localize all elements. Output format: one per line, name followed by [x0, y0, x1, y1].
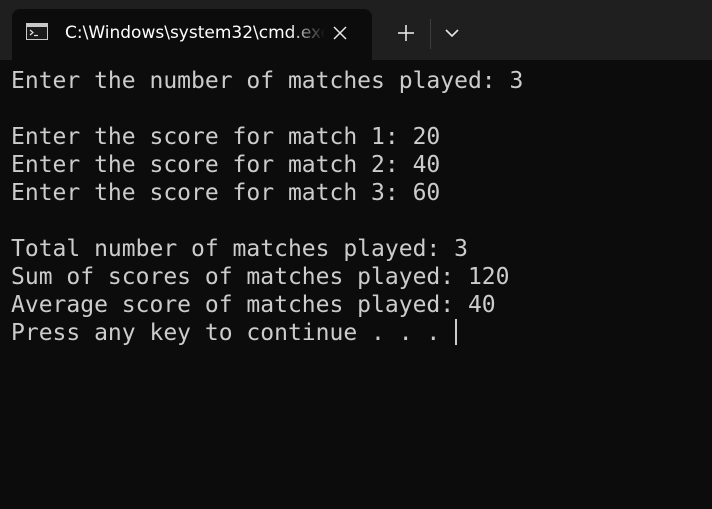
tab-cmd[interactable]: C:\Windows\system32\cmd.exe — [12, 9, 372, 60]
console-line: Total number of matches played: 3 — [11, 236, 468, 262]
console-line: Sum of scores of matches played: 120 — [11, 264, 510, 290]
close-icon[interactable] — [330, 23, 350, 43]
console-line: Enter the number of matches played: 3 — [11, 68, 524, 94]
title-bar: C:\Windows\system32\cmd.exe — [0, 0, 712, 60]
console-prompt-text: Press any key to continue . . . — [11, 320, 455, 346]
plus-icon[interactable] — [392, 19, 420, 47]
tab-title: C:\Windows\system32\cmd.exe — [65, 23, 325, 43]
console-line: Average score of matches played: 40 — [11, 292, 496, 318]
chevron-down-icon[interactable] — [440, 21, 464, 45]
console-output[interactable]: Enter the number of matches played: 3 Ent… — [11, 67, 523, 347]
text-cursor — [455, 319, 458, 345]
console-prompt-line: Press any key to continue . . . — [11, 319, 523, 347]
console-line: Enter the score for match 1: 20 — [11, 124, 441, 150]
console-line: Enter the score for match 3: 60 — [11, 180, 441, 206]
console-line: Enter the score for match 2: 40 — [11, 152, 441, 178]
cmd-icon — [26, 23, 48, 40]
terminal-window: C:\Windows\system32\cmd.exe Enter the nu… — [0, 0, 712, 509]
titlebar-separator — [430, 19, 431, 49]
